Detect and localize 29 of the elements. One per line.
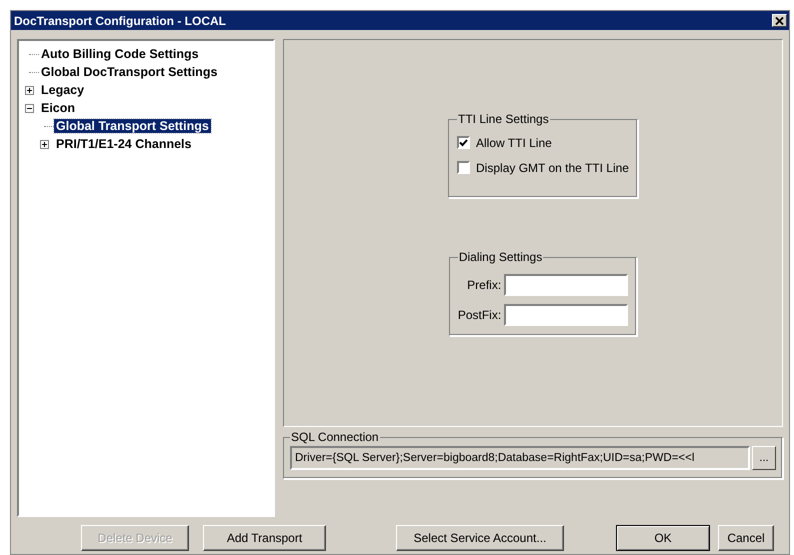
field-label: Prefix:	[467, 278, 502, 292]
close-button[interactable]	[772, 14, 787, 27]
tree-item[interactable]: Global Transport Settings	[54, 119, 211, 133]
window-title: DocTransport Configuration - LOCAL	[14, 14, 226, 28]
group-title: Dialing Settings	[458, 250, 544, 264]
cancel-button[interactable]: Cancel	[718, 525, 774, 551]
collapse-icon[interactable]	[25, 104, 34, 112]
tree-item[interactable]: Eicon	[39, 101, 78, 115]
checkbox[interactable]	[457, 161, 470, 174]
expand-icon[interactable]	[40, 140, 49, 148]
add-button[interactable]: Add Transport	[203, 525, 326, 551]
checkbox[interactable]	[457, 136, 470, 149]
group-title: TTI Line Settings	[457, 112, 550, 126]
close-icon	[775, 16, 784, 24]
tree-item[interactable]: PRI/T1/E1-24 Channels	[54, 137, 194, 151]
select-account-button[interactable]: Select Service Account...	[396, 525, 564, 551]
checkbox-label: Allow TTI Line	[476, 136, 552, 150]
input-field[interactable]	[504, 304, 628, 326]
expand-icon[interactable]	[25, 86, 34, 94]
connection-field[interactable]: Driver={SQL Server};Server=bigboard8;Database=RightFax;UID=sa;PWD=<<l	[290, 446, 750, 470]
input-field[interactable]	[504, 274, 628, 296]
field-label: PostFix:	[458, 308, 502, 322]
ok-button[interactable]: OK	[616, 525, 710, 551]
browse-button[interactable]: ...	[752, 446, 776, 470]
checkbox-label: Display GMT on the TTI Line	[476, 160, 629, 174]
tree-item[interactable]: Global DocTransport Settings	[39, 65, 220, 79]
tree-item[interactable]: Legacy	[39, 83, 86, 97]
group-title: SQL Connection	[290, 430, 380, 444]
tree-item[interactable]: Auto Billing Code Settings	[39, 47, 201, 61]
